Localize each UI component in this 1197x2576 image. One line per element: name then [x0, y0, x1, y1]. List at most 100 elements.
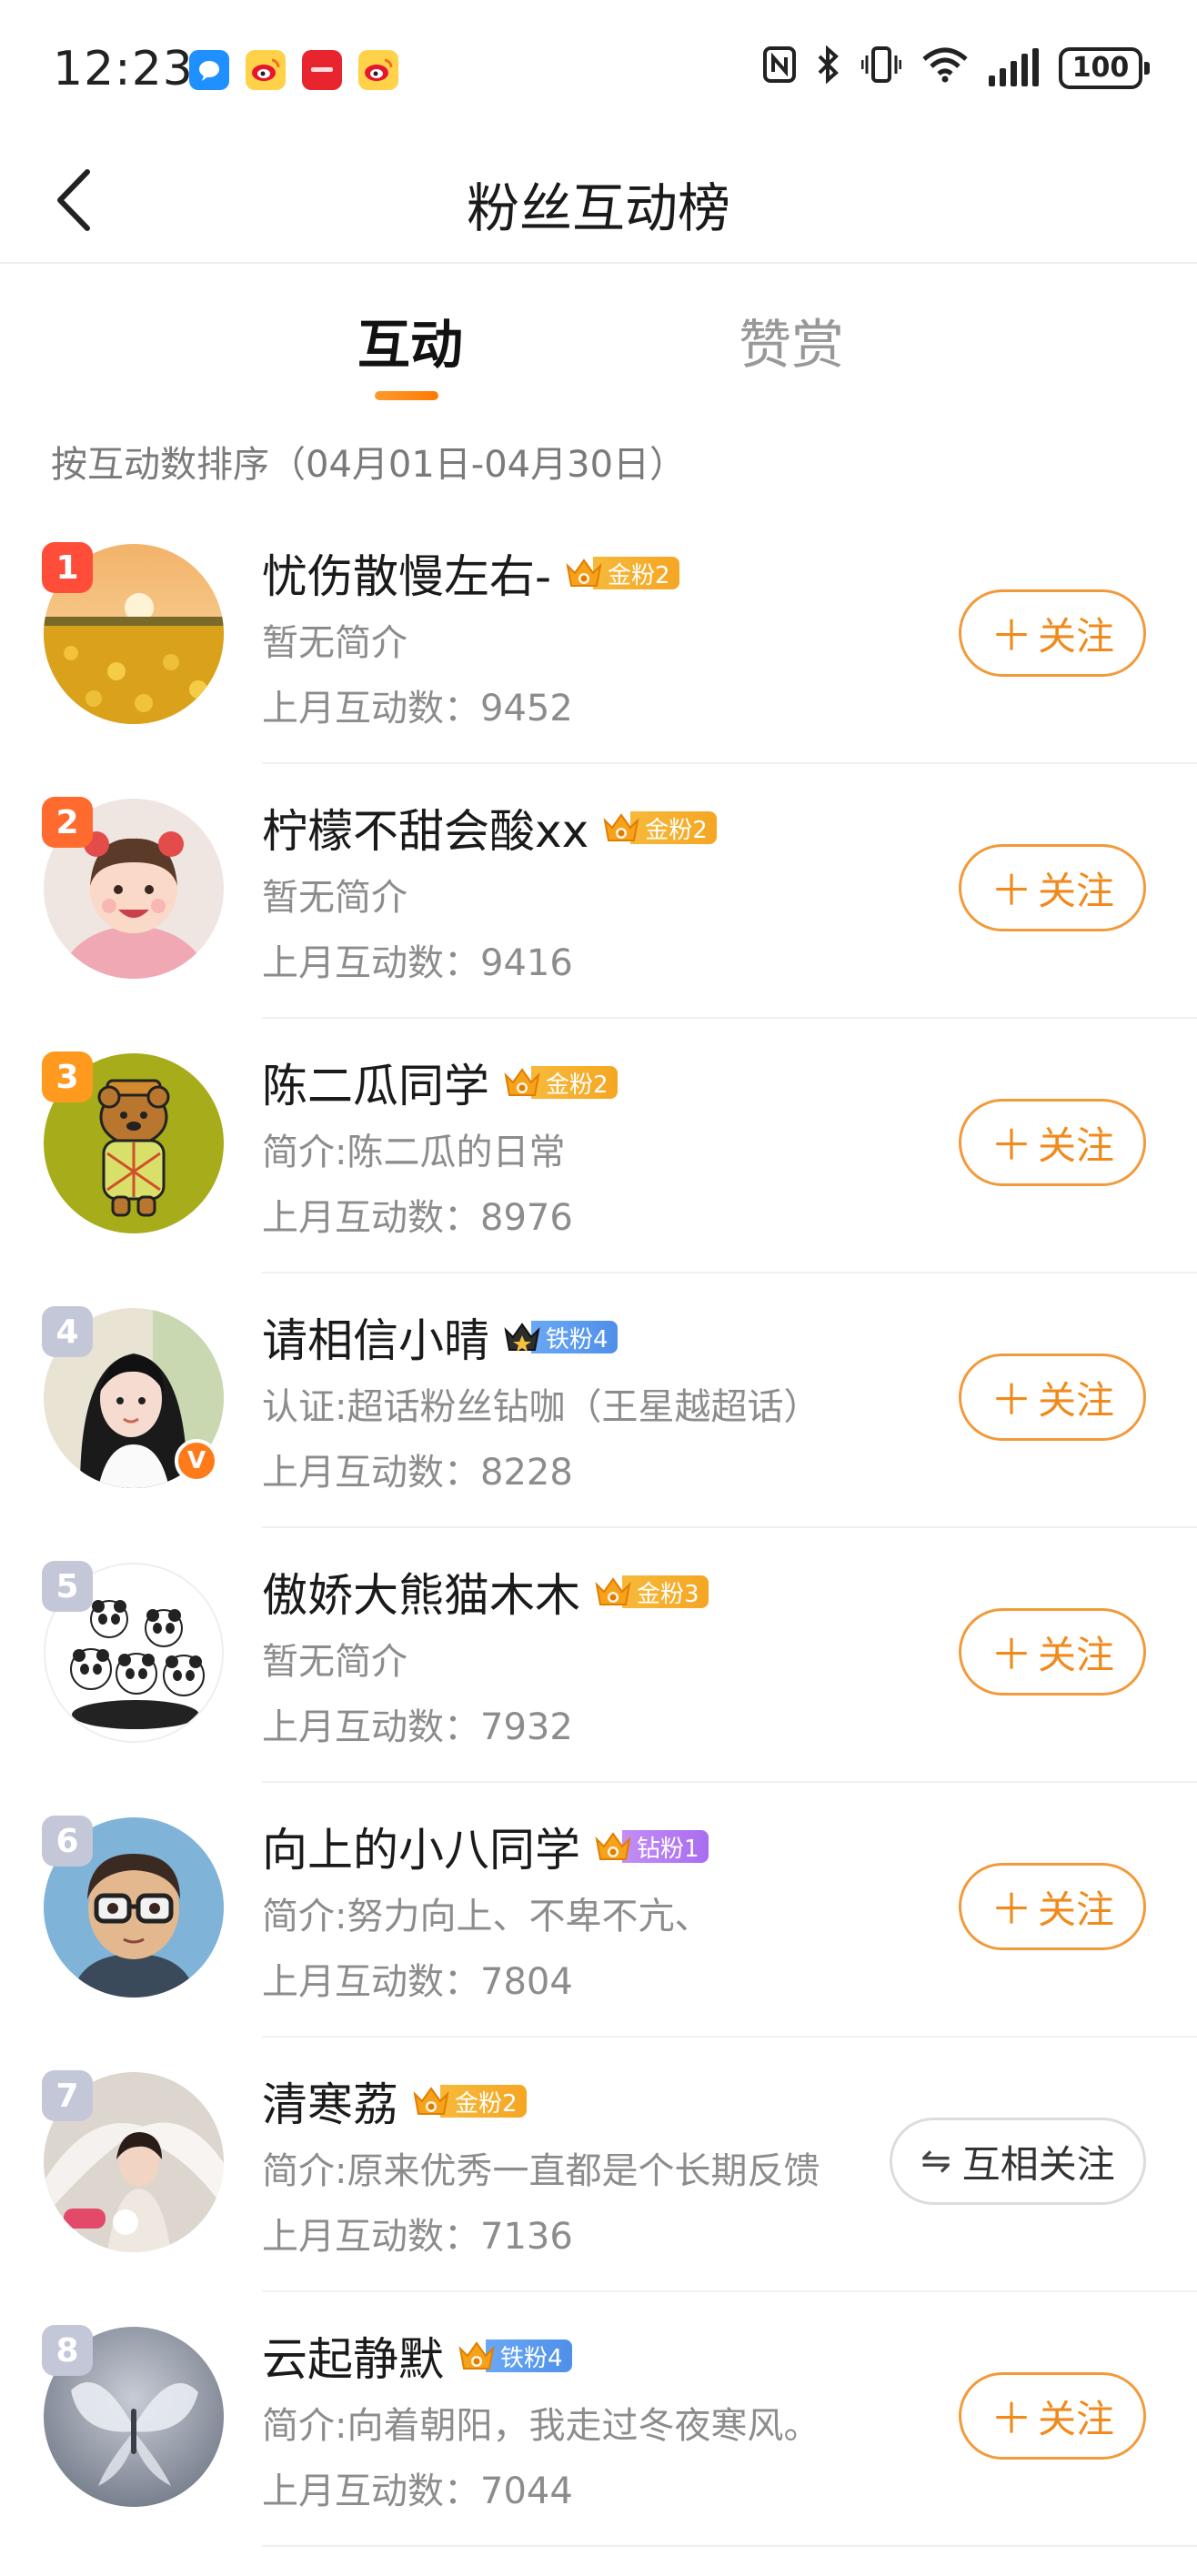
fan-name[interactable]: 云起静默: [262, 2323, 444, 2389]
count-prefix: 上月互动数：: [262, 1961, 480, 2003]
interaction-count: 上月互动数：9452: [262, 679, 899, 731]
vibrate-icon: [860, 46, 902, 89]
fan-level-label: 金粉2: [440, 2085, 527, 2118]
list-item[interactable]: 6 向上的小八同学 钻粉1 简介:努力向上、不卑不亢、 上月互动数：7804 ＋…: [0, 1783, 1197, 2038]
fan-level-label: 铁粉4: [486, 2340, 572, 2372]
count-value: 7136: [480, 2216, 573, 2258]
list-item[interactable]: 8 云起静默 铁粉4 简介:向着朝阳，我走过冬夜寒风。 上月互动数：7044 ＋…: [0, 2292, 1197, 2547]
crown-icon: [458, 2341, 495, 2370]
follow-button[interactable]: ＋关注: [959, 589, 1146, 677]
count-prefix: 上月互动数：: [262, 942, 480, 984]
rank-badge: 2: [42, 797, 93, 848]
plus-icon: ＋: [990, 1121, 1032, 1170]
list-item[interactable]: 2 柠檬不甜会酸xx 金粉2 暂无简介 上月互动数：9416 ＋关注: [0, 764, 1197, 1019]
rank-badge: 1: [42, 542, 93, 593]
tab-appreciation[interactable]: 赞赏: [739, 302, 844, 378]
cell-signal-icon: [989, 47, 1039, 86]
follow-label: 关注: [1037, 2396, 1114, 2441]
fan-level-label: 金粉3: [622, 1575, 709, 1608]
crown-icon: [504, 1068, 540, 1096]
fan-level-badge: 金粉2: [411, 2083, 527, 2119]
fan-name[interactable]: 傲娇大熊猫木木: [262, 1559, 580, 1625]
follow-button[interactable]: ＋关注: [959, 1863, 1146, 1950]
fan-level-badge: 金粉2: [564, 555, 679, 591]
tab-interaction[interactable]: 互动: [357, 302, 463, 378]
nfc-icon: [763, 46, 796, 89]
list-item[interactable]: 1 忧伤散慢左右- 金粉2 暂无简介 上月互动数：9452 ＋关注: [0, 509, 1197, 764]
crown-icon: [603, 813, 639, 841]
plus-icon: ＋: [990, 1885, 1032, 1934]
mutual-follow-button[interactable]: ⇋ 互相关注: [890, 2118, 1146, 2205]
swap-arrows-icon: ⇋: [920, 2140, 951, 2182]
list-item[interactable]: 3 陈二瓜同学 金粉2 简介:陈二瓜的日常 上月互动数：8976 ＋关注: [0, 1019, 1197, 1273]
count-value: 7804: [480, 1961, 573, 2003]
huawei-app-icon: [302, 50, 342, 90]
count-prefix: 上月互动数：: [262, 688, 480, 730]
count-value: 9416: [480, 942, 573, 984]
fan-level-badge: 钻粉1: [593, 1828, 709, 1865]
avatar[interactable]: 2: [42, 797, 224, 979]
count-prefix: 上月互动数：: [262, 2216, 480, 2258]
plus-icon: ＋: [990, 1375, 1032, 1424]
count-prefix: 上月互动数：: [262, 1197, 480, 1239]
fan-level-label: 金粉2: [630, 811, 717, 844]
list-item[interactable]: 7 清寒荔 金粉2 简介:原来优秀一直都是个长期反馈 上月互动数：7136 ⇋ 互…: [0, 2038, 1197, 2292]
fan-bio: 简介:原来优秀一直都是个长期反馈: [262, 2150, 820, 2192]
plus-icon: ＋: [990, 1630, 1032, 1679]
rank-badge: 6: [42, 1816, 93, 1867]
follow-button[interactable]: ＋关注: [959, 844, 1146, 931]
fan-level-badge: 金粉2: [601, 810, 717, 846]
rank-badge: 8: [42, 2325, 93, 2376]
system-icons: 100: [763, 45, 1150, 90]
follow-label: 关注: [1037, 868, 1114, 913]
plus-icon: ＋: [990, 866, 1032, 915]
list-item[interactable]: 4 V 请相信小晴 铁粉4 认证:超话粉丝钻咖（王星越超话） 上月互动数：822…: [0, 1273, 1197, 1528]
avatar[interactable]: 4 V: [42, 1306, 224, 1488]
fan-level-badge: 金粉2: [502, 1064, 618, 1101]
fan-bio: 简介:陈二瓜的日常: [262, 1132, 566, 1173]
message-app-icon: [189, 50, 229, 90]
avatar[interactable]: 3: [42, 1052, 224, 1233]
follow-button[interactable]: ＋关注: [959, 1099, 1146, 1186]
crown-icon: [413, 2087, 449, 2115]
weibo-app-icon: [246, 50, 286, 90]
count-prefix: 上月互动数：: [262, 2470, 480, 2512]
follow-button[interactable]: ＋关注: [959, 2372, 1146, 2460]
count-value: 8976: [480, 1197, 573, 1239]
fan-name[interactable]: 柠檬不甜会酸xx: [262, 795, 588, 860]
avatar[interactable]: 1: [42, 542, 224, 724]
follow-label: 关注: [1037, 1377, 1114, 1423]
fan-bio: 简介:努力向上、不卑不亢、: [262, 1896, 711, 1937]
rank-badge: 5: [42, 1561, 93, 1612]
rank-badge: 7: [42, 2070, 93, 2121]
battery-icon: 100: [1059, 46, 1150, 89]
fan-level-label: 金粉2: [531, 1066, 618, 1099]
fan-name[interactable]: 忧伤散慢左右-: [262, 540, 551, 606]
interaction-count: 上月互动数：7044: [262, 2461, 899, 2514]
fan-name[interactable]: 请相信小晴: [262, 1304, 489, 1370]
fan-name[interactable]: 向上的小八同学: [262, 1814, 580, 1879]
plus-icon: ＋: [990, 2394, 1032, 2443]
follow-button[interactable]: ＋关注: [959, 1608, 1146, 1696]
crown-icon: [504, 1323, 540, 1352]
bluetooth-icon: [816, 45, 841, 90]
count-value: 8228: [480, 1452, 573, 1494]
count-value: 9452: [480, 688, 573, 730]
list-item[interactable]: 5 傲娇大熊猫木木 金粉3 暂无简介 上月互动数：7932 ＋关注: [0, 1528, 1197, 1783]
fan-name[interactable]: 陈二瓜同学: [262, 1050, 489, 1115]
avatar[interactable]: 8: [42, 2325, 224, 2507]
nav-header: 粉丝互动榜: [0, 136, 1197, 264]
follow-button[interactable]: ＋关注: [959, 1353, 1146, 1441]
page-title: 粉丝互动榜: [466, 177, 730, 239]
follow-label: 关注: [1037, 1887, 1114, 1932]
fan-name[interactable]: 清寒荔: [262, 2068, 398, 2134]
follow-label: 关注: [1037, 613, 1114, 659]
follow-label: 关注: [1037, 1122, 1114, 1168]
divider: [262, 2545, 1197, 2547]
avatar[interactable]: 5: [42, 1561, 224, 1743]
count-value: 7932: [480, 1706, 573, 1748]
fan-bio: 认证:超话粉丝钻咖（王星越超话）: [262, 1386, 820, 1428]
fan-level-badge: 金粉3: [593, 1574, 709, 1610]
avatar[interactable]: 7: [42, 2070, 224, 2252]
avatar[interactable]: 6: [42, 1816, 224, 1997]
